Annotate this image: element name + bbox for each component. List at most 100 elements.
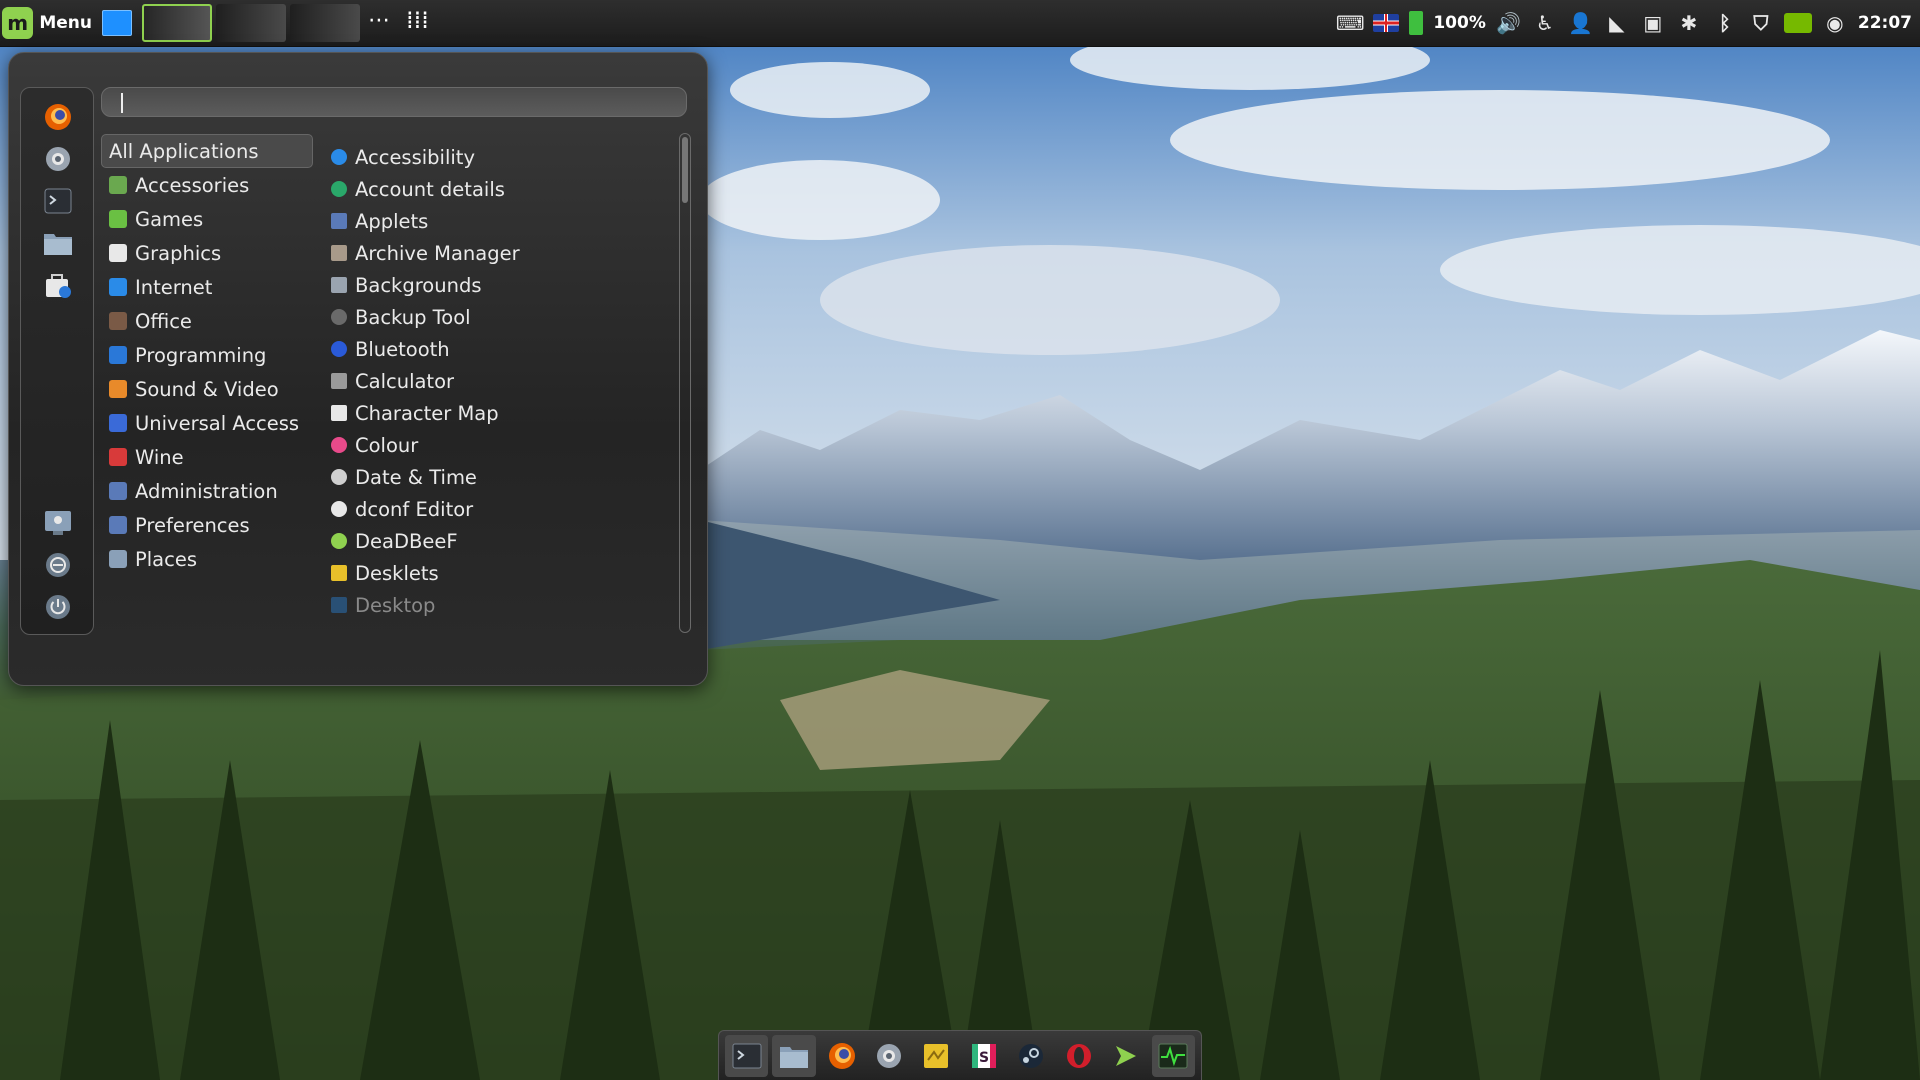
category-label: Administration [135,479,278,503]
wifi-icon[interactable]: ◣ [1604,10,1630,36]
firefox-icon[interactable] [41,100,75,134]
user-icon[interactable]: 👤 [1568,10,1594,36]
application-item[interactable]: Character Map [323,397,673,429]
firefox-icon[interactable] [820,1035,863,1077]
preferences-icon [109,516,127,534]
archive-manager-icon [331,245,347,261]
terminal-icon[interactable] [725,1034,769,1077]
system-tray: ⌨ 100% 🔊 ♿ 👤 ◣ ▣ ✱ ᛒ ⛉ ◉ 22:07 [1336,0,1920,46]
category-item[interactable]: Preferences [101,508,313,542]
graphics-icon [109,244,127,262]
menu-label: Menu [39,13,92,33]
software-manager-icon[interactable] [41,268,75,302]
universal-access-icon [109,414,127,432]
shield-icon[interactable]: ⛉ [1748,10,1774,36]
opera-icon[interactable] [1057,1035,1100,1077]
category-label: Internet [135,275,213,299]
application-menu: All Applications Accessories Games Graphics… [8,52,708,686]
uk-flag-icon[interactable] [1373,14,1400,32]
application-list-scrollbar[interactable] [679,133,691,633]
updates-icon[interactable]: ◉ [1822,10,1848,36]
backup-tool-icon [331,309,347,325]
files-icon[interactable] [41,226,75,260]
clock[interactable]: 22:07 [1858,13,1912,33]
application-label: Calculator [355,369,455,393]
application-item[interactable]: Date & Time [323,461,673,493]
workspace-3[interactable] [290,4,360,42]
category-item[interactable]: All Applications [101,134,313,168]
category-item[interactable]: Places [101,542,313,576]
category-item[interactable]: Accessories [101,168,313,202]
menu-button[interactable]: m Menu [2,4,92,42]
category-label: Preferences [135,513,250,537]
svg-text:S: S [979,1050,989,1066]
show-desktop-button[interactable] [102,10,132,36]
keyboard-icon[interactable]: ⌨ [1336,10,1365,36]
logout-icon[interactable] [41,548,75,582]
calculator-icon [331,373,347,389]
bluetooth-icon[interactable]: ᛒ [1712,10,1738,36]
backgrounds-icon [331,277,347,293]
category-label: All Applications [109,139,259,163]
category-label: Universal Access [135,411,300,435]
application-item[interactable]: Archive Manager [323,237,673,269]
category-item[interactable]: Universal Access [101,406,313,440]
application-item[interactable]: Bluetooth [323,333,673,365]
workspace-2[interactable] [216,4,286,42]
terminal-icon[interactable] [41,184,75,218]
slack-icon[interactable]: S [962,1035,1005,1077]
power-icon[interactable] [41,590,75,624]
places-icon [109,550,127,568]
category-item[interactable]: Office [101,304,313,338]
system-monitor-icon[interactable] [1151,1034,1196,1077]
deadbeef-icon[interactable] [1104,1035,1147,1077]
category-item[interactable]: Programming [101,338,313,372]
application-label: Desktop [355,593,436,617]
desktop: m Menu ⋯ ⁞⁞⁞ ⌨ 100% 🔊 ♿ 👤 ◣ ▣ ✱ ᛒ ⛉ ◉ 22… [0,0,1920,1080]
sticky-notes-icon[interactable] [915,1035,958,1077]
files-icon[interactable] [772,1034,816,1077]
screenshot-icon[interactable]: ▣ [1640,10,1666,36]
workspace-1[interactable] [142,4,212,42]
application-item[interactable]: Backgrounds [323,269,673,301]
category-item[interactable]: Games [101,202,313,236]
lock-screen-icon[interactable] [41,506,75,540]
application-item[interactable]: Accessibility [323,141,673,173]
games-icon [109,210,127,228]
application-label: Character Map [355,401,499,425]
application-item[interactable]: Calculator [323,365,673,397]
category-item[interactable]: Wine [101,440,313,474]
category-item[interactable]: Administration [101,474,313,508]
application-item[interactable]: Account details [323,173,673,205]
application-item[interactable]: Backup Tool [323,301,673,333]
category-label: Wine [135,445,184,469]
settings-icon[interactable] [867,1035,910,1077]
system-settings-icon[interactable] [41,142,75,176]
application-item[interactable]: DeaDBeeF [323,525,673,557]
app-grid-icon[interactable]: ⁞⁞⁞ [406,6,429,34]
category-item[interactable]: Graphics [101,236,313,270]
expo-icon[interactable]: ⋯ [368,8,390,33]
nvidia-icon[interactable] [1783,13,1812,33]
settings-icon[interactable]: ✱ [1676,10,1702,36]
application-label: DeaDBeeF [355,529,458,553]
category-item[interactable]: Internet [101,270,313,304]
accessibility-icon[interactable]: ♿ [1532,10,1558,36]
steam-icon[interactable] [1009,1035,1052,1077]
application-item[interactable]: Colour [323,429,673,461]
volume-icon[interactable]: 🔊 [1496,10,1522,36]
application-label: Archive Manager [355,241,520,265]
category-item[interactable]: Sound & Video [101,372,313,406]
application-label: Applets [355,209,429,233]
search-input[interactable] [101,87,687,117]
application-item[interactable]: dconf Editor [323,493,673,525]
application-item[interactable]: Desktop [323,589,673,621]
category-label: Places [135,547,198,571]
application-item[interactable]: Applets [323,205,673,237]
battery-icon[interactable] [1409,11,1424,35]
application-item[interactable]: Desklets [323,557,673,589]
bluetooth-icon [331,341,347,357]
scrollbar-thumb[interactable] [682,137,688,203]
application-label: dconf Editor [355,497,474,521]
wine-icon [109,448,127,466]
